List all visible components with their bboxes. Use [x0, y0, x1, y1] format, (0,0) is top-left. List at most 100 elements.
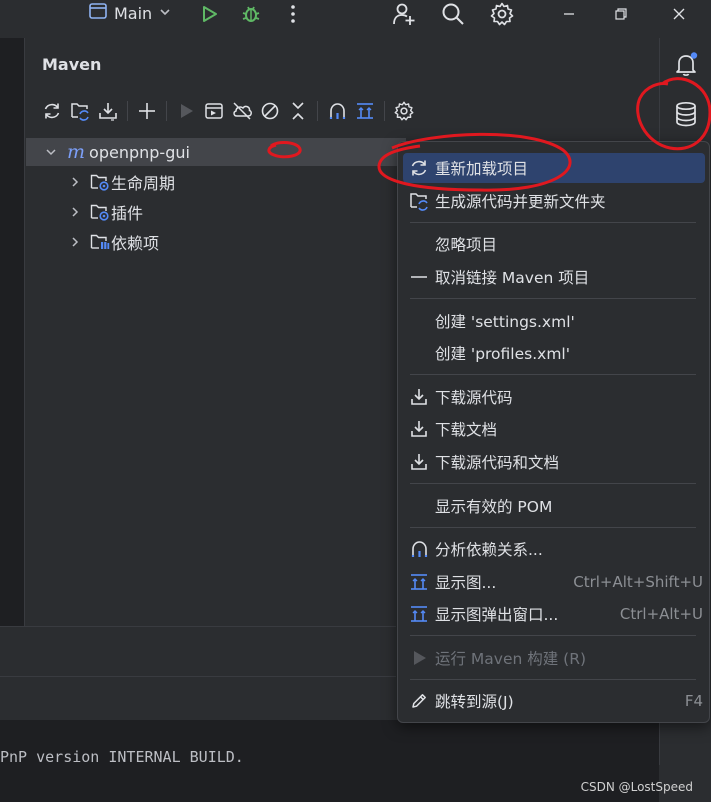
tree-item-label: 依赖项 — [111, 234, 160, 253]
menu-item-create-settings-xml[interactable]: 创建 'settings.xml' — [403, 306, 705, 336]
menu-item-label: 下载文档 — [435, 421, 498, 439]
chevron-down-icon — [158, 4, 172, 23]
settings-icon[interactable] — [488, 0, 516, 28]
menu-separator — [410, 483, 696, 484]
menu-item-label: 取消链接 Maven 项目 — [435, 269, 590, 287]
run-icon[interactable] — [196, 2, 222, 26]
menu-item-ignore-project[interactable]: 忽略项目 — [403, 229, 705, 259]
menu-item-label: 显示图... — [435, 574, 497, 592]
run-icon — [403, 650, 435, 666]
show-diagram-icon[interactable] — [351, 97, 379, 125]
execute-goal-icon[interactable] — [200, 97, 228, 125]
context-menu: 重新加载项目 生成源代码并更新文件夹 忽略项目 取消链接 Maven 项目 创建… — [397, 141, 710, 723]
menu-item-download-sources[interactable]: 下载源代码 — [403, 382, 705, 412]
search-icon[interactable] — [439, 0, 467, 28]
chevron-right-icon[interactable] — [66, 176, 84, 188]
diagram-icon — [403, 604, 435, 624]
toolbar-separator — [384, 101, 385, 121]
close-icon[interactable] — [667, 4, 691, 24]
menu-item-download-docs[interactable]: 下载文档 — [403, 414, 705, 444]
menu-item-run-maven-build[interactable]: 运行 Maven 构建 (R) — [403, 643, 705, 673]
download-icon[interactable] — [94, 97, 122, 125]
menu-item-label: 忽略项目 — [435, 236, 498, 254]
tree-item-plugins[interactable]: 插件 — [26, 198, 143, 226]
offline-icon[interactable] — [228, 97, 256, 125]
reload-icon[interactable] — [38, 97, 66, 125]
download-icon — [403, 452, 435, 472]
folder-gear-icon — [90, 203, 110, 221]
menu-item-show-diagram-popup[interactable]: 显示图弹出窗口... Ctrl+Alt+U — [403, 599, 705, 629]
menu-item-label: 生成源代码并更新文件夹 — [435, 193, 606, 211]
menu-separator — [410, 679, 696, 680]
menu-separator — [410, 222, 696, 223]
run-config-selector[interactable]: Main — [88, 1, 172, 25]
chevron-down-icon[interactable] — [42, 146, 60, 158]
maven-panel-title: Maven — [42, 55, 102, 74]
window-icon — [88, 2, 108, 24]
generate-sources-icon[interactable] — [66, 97, 94, 125]
menu-item-create-profiles-xml[interactable]: 创建 'profiles.xml' — [403, 338, 705, 368]
menu-item-label: 创建 'profiles.xml' — [435, 345, 570, 363]
menu-item-analyze-dependencies[interactable]: 分析依赖关系... — [403, 534, 705, 564]
generate-sources-icon — [403, 190, 435, 212]
diagram-icon — [403, 572, 435, 592]
reload-icon — [403, 158, 435, 178]
chevron-right-icon[interactable] — [66, 206, 84, 218]
minus-icon — [403, 268, 435, 286]
toolbar-separator — [127, 101, 128, 121]
menu-separator — [410, 298, 696, 299]
maven-project-icon: m — [67, 141, 86, 163]
tree-item-lifecycle[interactable]: 生命周期 — [26, 168, 175, 196]
skip-tests-icon[interactable] — [256, 97, 284, 125]
menu-item-show-diagram[interactable]: 显示图... Ctrl+Alt+Shift+U — [403, 567, 705, 597]
menu-item-label: 下载源代码 — [435, 389, 513, 407]
add-icon[interactable] — [133, 97, 161, 125]
toolbar-separator — [166, 101, 167, 121]
menu-item-shortcut: Ctrl+Alt+U — [619, 605, 703, 623]
watermark: CSDN @LostSpeed — [580, 780, 693, 794]
title-bar: Main — [0, 0, 711, 28]
menu-separator — [410, 374, 696, 375]
menu-item-unlink-project[interactable]: 取消链接 Maven 项目 — [403, 262, 705, 292]
menu-item-generate-sources[interactable]: 生成源代码并更新文件夹 — [403, 186, 705, 216]
panel-divider — [0, 626, 396, 627]
download-icon — [403, 419, 435, 439]
add-user-icon[interactable] — [390, 0, 418, 28]
left-editor-strip — [0, 38, 25, 626]
menu-item-show-effective-pom[interactable]: 显示有效的 POM — [403, 491, 705, 521]
menu-item-reload-project[interactable]: 重新加载项目 — [403, 153, 705, 183]
menu-item-label: 跳转到源(J) — [435, 693, 514, 711]
folder-library-icon — [90, 233, 110, 251]
debug-icon[interactable] — [238, 2, 264, 26]
chevron-right-icon[interactable] — [66, 236, 84, 248]
menu-item-download-sources-and-docs[interactable]: 下载源代码和文档 — [403, 447, 705, 477]
settings-icon[interactable] — [390, 97, 418, 125]
more-icon[interactable] — [283, 2, 303, 26]
menu-item-label: 分析依赖关系... — [435, 541, 543, 559]
menu-item-label: 显示有效的 POM — [435, 498, 553, 516]
notifications-icon[interactable] — [672, 50, 700, 78]
run-icon[interactable] — [172, 97, 200, 125]
tree-item-label: 插件 — [111, 204, 144, 223]
menu-item-jump-to-source[interactable]: 跳转到源(J) F4 — [403, 686, 705, 716]
analyze-icon[interactable] — [323, 97, 351, 125]
tree-item-dependencies[interactable]: 依赖项 — [26, 228, 159, 256]
menu-item-label: 显示图弹出窗口... — [435, 606, 559, 624]
collapse-icon[interactable] — [284, 97, 312, 125]
menu-separator — [410, 635, 696, 636]
download-icon — [403, 387, 435, 407]
menu-separator — [410, 527, 696, 528]
restore-icon[interactable] — [609, 4, 633, 24]
menu-item-label: 创建 'settings.xml' — [435, 313, 575, 331]
minimize-icon[interactable] — [557, 4, 581, 24]
tree-root-project[interactable]: m openpnp-gui — [26, 138, 406, 166]
menu-item-shortcut: Ctrl+Alt+Shift+U — [573, 573, 703, 591]
edit-icon — [403, 692, 435, 710]
tree-item-label: 生命周期 — [111, 174, 176, 193]
toolbar-separator — [317, 101, 318, 121]
menu-item-shortcut: F4 — [684, 692, 703, 710]
menu-item-label: 下载源代码和文档 — [435, 454, 560, 472]
console-output: PnP version INTERNAL BUILD. — [0, 748, 244, 766]
tree-root-label: openpnp-gui — [89, 142, 190, 162]
database-icon[interactable] — [672, 100, 700, 128]
